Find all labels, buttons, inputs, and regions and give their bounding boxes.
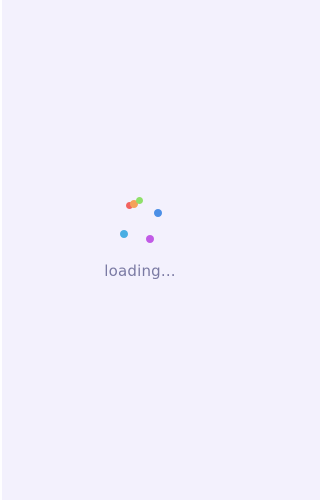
left-edge-highlight: [0, 0, 2, 500]
spinner-dot-purple: [146, 235, 154, 243]
loading-label: loading...: [104, 262, 176, 280]
loading-spinner: [108, 190, 172, 250]
spinner-dot-green: [136, 197, 143, 204]
spinner-dot-blue: [154, 209, 162, 217]
loading-screen: loading...: [0, 0, 280, 500]
spinner-dot-cyan: [120, 230, 128, 238]
